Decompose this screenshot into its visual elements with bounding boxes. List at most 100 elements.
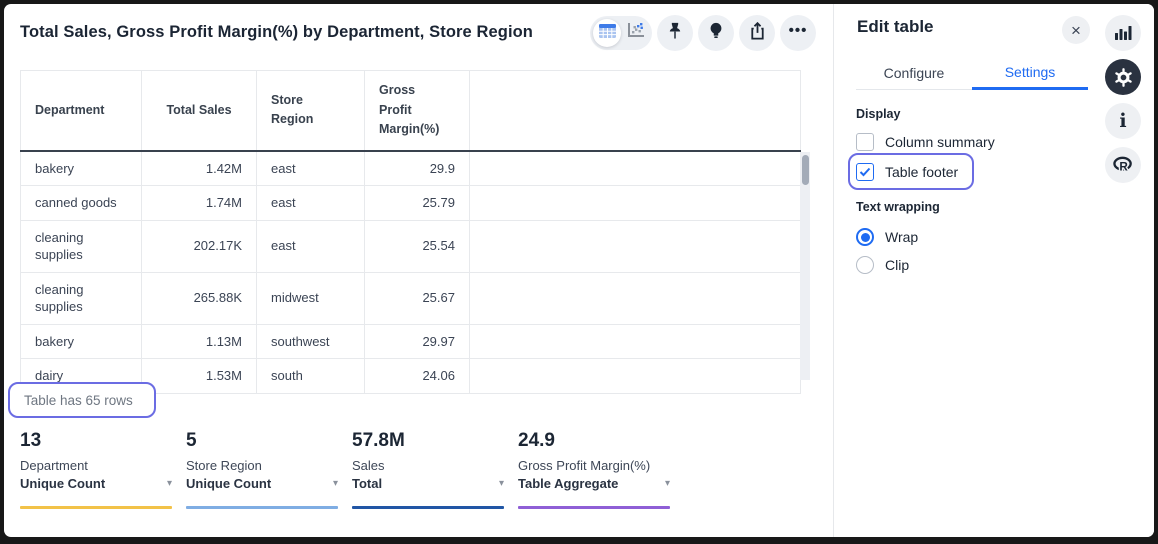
- screenshot-frame: Total Sales, Gross Profit Margin(%) by D…: [0, 0, 1158, 544]
- cell-gross-profit-margin[interactable]: 25.79: [365, 186, 470, 221]
- column-header-total-sales[interactable]: Total Sales: [142, 71, 257, 151]
- chart-view-button[interactable]: [621, 19, 649, 47]
- chevron-down-icon: ▾: [665, 476, 670, 492]
- table-header-row: Department Total Sales Store Region Gros…: [21, 71, 801, 151]
- table-scrollbar[interactable]: [800, 152, 810, 380]
- stat-underline: [186, 506, 338, 509]
- chevron-down-icon: ▾: [333, 476, 338, 492]
- chart-panel-button[interactable]: [1105, 15, 1141, 51]
- table-row[interactable]: bakery 1.13M southwest 29.97: [21, 324, 801, 359]
- pin-icon: [665, 21, 685, 46]
- summary-store-region: 5 Store Region Unique Count ▾: [186, 430, 338, 509]
- panel-tabs: Configure Settings: [856, 56, 1088, 90]
- cell-department[interactable]: bakery: [21, 324, 142, 359]
- table-footer-annotation: Table has 65 rows: [8, 382, 156, 418]
- column-summary-checkbox[interactable]: [856, 133, 874, 151]
- r-logo-icon: R: [1112, 156, 1134, 174]
- wrap-option[interactable]: Wrap: [856, 224, 918, 250]
- cell-total-sales[interactable]: 202.17K: [142, 220, 257, 272]
- cell-store-region[interactable]: south: [257, 359, 365, 394]
- element-side-rail: i R: [1105, 15, 1141, 183]
- column-summary-option[interactable]: Column summary: [856, 129, 995, 155]
- cell-department[interactable]: canned goods: [21, 186, 142, 221]
- tab-configure[interactable]: Configure: [856, 56, 972, 90]
- cell-total-sales[interactable]: 1.13M: [142, 324, 257, 359]
- info-panel-button[interactable]: i: [1105, 103, 1141, 139]
- column-header-department[interactable]: Department: [21, 71, 142, 151]
- page-title: Total Sales, Gross Profit Margin(%) by D…: [20, 23, 533, 42]
- stat-value: 57.8M: [352, 430, 504, 452]
- table-footer-text: Table has 65 rows: [24, 393, 133, 408]
- stat-column-label: Sales: [352, 458, 504, 474]
- cell-gross-profit-margin[interactable]: 29.97: [365, 324, 470, 359]
- column-header-store-region[interactable]: Store Region: [257, 71, 365, 151]
- stat-value: 13: [20, 430, 172, 452]
- close-icon: ×: [1071, 22, 1081, 39]
- cell-store-region[interactable]: east: [257, 186, 365, 221]
- stat-underline: [20, 506, 172, 509]
- cell-store-region[interactable]: midwest: [257, 272, 365, 324]
- scatter-chart-icon: [626, 22, 645, 44]
- cell-store-region[interactable]: southwest: [257, 324, 365, 359]
- summary-department: 13 Department Unique Count ▾: [20, 430, 172, 509]
- cell-department[interactable]: cleaning supplies: [21, 272, 142, 324]
- table-row[interactable]: cleaning supplies 202.17K east 25.54: [21, 220, 801, 272]
- column-header-empty[interactable]: [470, 71, 801, 151]
- cell-store-region[interactable]: east: [257, 151, 365, 186]
- stat-aggregate-dropdown[interactable]: Unique Count ▾: [186, 476, 338, 492]
- table-row[interactable]: bakery 1.42M east 29.9: [21, 151, 801, 186]
- stat-column-label: Department: [20, 458, 172, 474]
- stat-value: 5: [186, 430, 338, 452]
- cell-store-region[interactable]: east: [257, 220, 365, 272]
- clip-radio[interactable]: [856, 256, 874, 274]
- cell-empty[interactable]: [470, 272, 801, 324]
- cell-total-sales[interactable]: 265.88K: [142, 272, 257, 324]
- cell-empty[interactable]: [470, 220, 801, 272]
- column-header-gross-profit-margin[interactable]: Gross Profit Margin(%): [365, 71, 470, 151]
- cell-department[interactable]: cleaning supplies: [21, 220, 142, 272]
- pin-button[interactable]: [657, 15, 693, 51]
- stat-aggregate-dropdown[interactable]: Table Aggregate ▾: [518, 476, 670, 492]
- cell-gross-profit-margin[interactable]: 25.67: [365, 272, 470, 324]
- stat-aggregate-dropdown[interactable]: Total ▾: [352, 476, 504, 492]
- element-toolbar: •••: [590, 15, 816, 51]
- more-options-button[interactable]: •••: [780, 15, 816, 51]
- stat-column-label: Store Region: [186, 458, 338, 474]
- cell-empty[interactable]: [470, 324, 801, 359]
- cell-gross-profit-margin[interactable]: 29.9: [365, 151, 470, 186]
- table-scrollbar-thumb[interactable]: [802, 155, 809, 185]
- table-footer-option[interactable]: Table footer: [856, 159, 958, 185]
- gear-icon: [1113, 67, 1134, 88]
- cell-empty[interactable]: [470, 151, 801, 186]
- checkmark-icon: [859, 167, 871, 177]
- table-row[interactable]: cleaning supplies 265.88K midwest 25.67: [21, 272, 801, 324]
- stat-aggregate-dropdown[interactable]: Unique Count ▾: [20, 476, 172, 492]
- table-footer-checkbox[interactable]: [856, 163, 874, 181]
- share-button[interactable]: [739, 15, 775, 51]
- cell-department[interactable]: bakery: [21, 151, 142, 186]
- close-panel-button[interactable]: ×: [1062, 16, 1090, 44]
- tab-settings[interactable]: Settings: [972, 56, 1088, 90]
- clip-option[interactable]: Clip: [856, 252, 909, 278]
- wrap-radio[interactable]: [856, 228, 874, 246]
- table-view-button[interactable]: [593, 19, 621, 47]
- summary-stats-row: 13 Department Unique Count ▾ 5 Store Reg…: [20, 430, 670, 509]
- cell-total-sales[interactable]: 1.74M: [142, 186, 257, 221]
- cell-empty[interactable]: [470, 359, 801, 394]
- stat-column-label: Gross Profit Margin(%): [518, 458, 670, 474]
- chevron-down-icon: ▾: [167, 476, 172, 492]
- cell-gross-profit-margin[interactable]: 25.54: [365, 220, 470, 272]
- summary-gross-profit-margin: 24.9 Gross Profit Margin(%) Table Aggreg…: [518, 430, 670, 509]
- cell-gross-profit-margin[interactable]: 24.06: [365, 359, 470, 394]
- cell-empty[interactable]: [470, 186, 801, 221]
- svg-text:R: R: [1119, 160, 1128, 173]
- explore-button[interactable]: [698, 15, 734, 51]
- panel-title: Edit table: [857, 17, 934, 37]
- stat-value: 24.9: [518, 430, 670, 452]
- table-row[interactable]: canned goods 1.74M east 25.79: [21, 186, 801, 221]
- settings-panel-button[interactable]: [1105, 59, 1141, 95]
- r-script-button[interactable]: R: [1105, 147, 1141, 183]
- cell-total-sales[interactable]: 1.42M: [142, 151, 257, 186]
- text-wrapping-section-label: Text wrapping: [856, 200, 940, 214]
- cell-total-sales[interactable]: 1.53M: [142, 359, 257, 394]
